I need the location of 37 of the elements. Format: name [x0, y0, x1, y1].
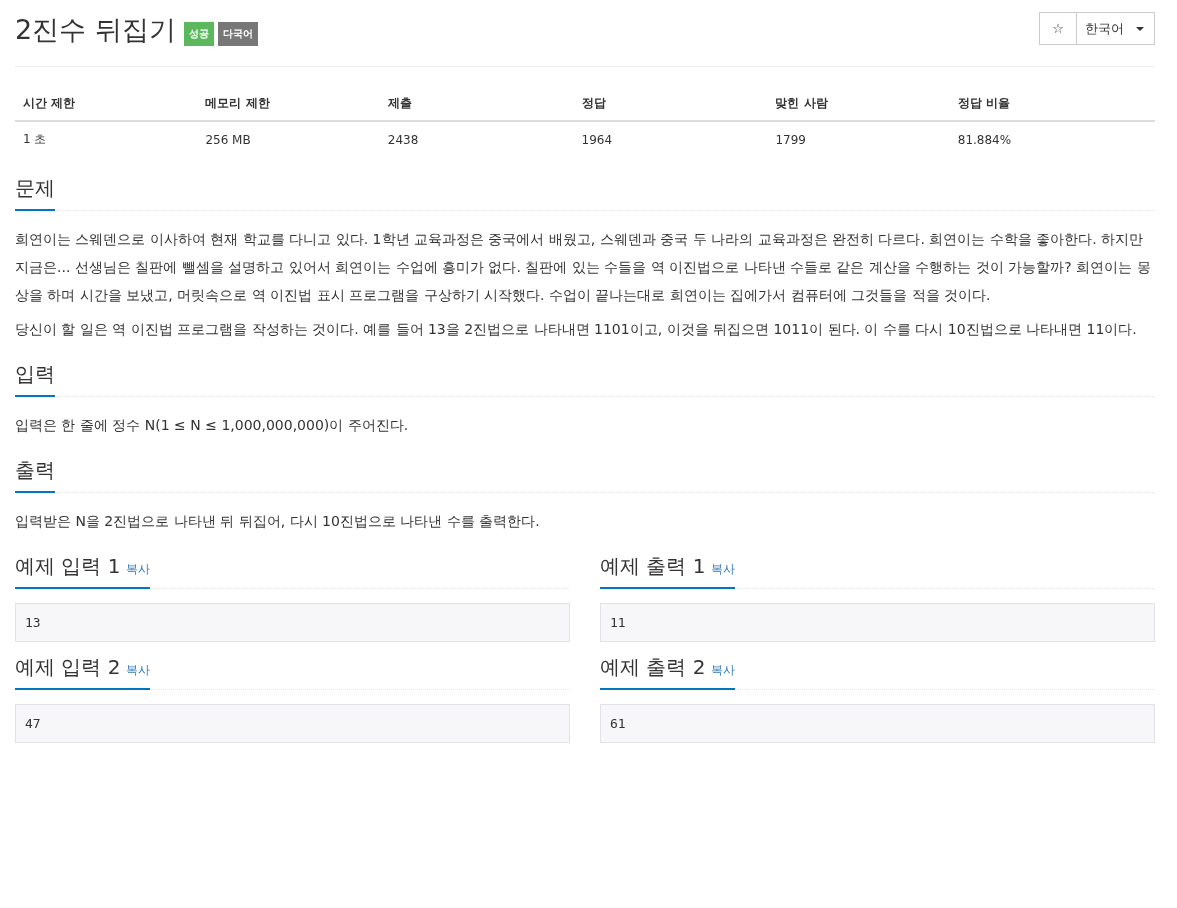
table-cell: 2438 [379, 121, 574, 157]
section-heading: 예제 출력 1 [600, 554, 706, 578]
caret-icon [1136, 26, 1144, 31]
language-dropdown[interactable]: 한국어 [1077, 12, 1155, 45]
column-header: 정답 [573, 85, 768, 121]
section-heading: 입력 [15, 361, 55, 397]
column-header: 시간 제한 [15, 85, 198, 121]
table-cell: 1 초 [15, 121, 198, 157]
sample-data: 47 [15, 704, 570, 743]
paragraph: 희연이는 스웨덴으로 이사하여 현재 학교를 다니고 있다. 1학년 교육과정은 중국에서 배웠고, 스웨덴과 중국 두 나라의 교육과정은 완전히 다르다. 희연이는 수학을 좋아한다. 하지만 지금은... 선생님은 칠판에 뺄셈을 설명하고 있어서 희연이는 수업에 흥미가 없다. 칠판에 있는 수들을 역 이진법으로 나타낸 수들로 같은 계산을 수행하는 것이 가능할까? 희연이는 몽상을 하며 시간을 보냈고, 머릿속으로 역 이진법 표시 프로그램을 구상하기 시작했다. 수업이 끝나는대로 희연이는 집에가서 컴퓨터에 그것들을 적을 것이다. [15, 230, 1152, 305]
column-header: 정답 비율 [949, 85, 1155, 121]
table-cell: 81.884% [949, 121, 1155, 157]
sample-data: 11 [600, 603, 1155, 642]
problem-title: 2진수 뒤집기 [15, 13, 176, 47]
section-heading: 예제 입력 1 [15, 554, 121, 578]
table-cell: 1964 [573, 121, 768, 157]
status-label: 다국어 [217, 22, 258, 46]
column-header: 제출 [379, 85, 574, 121]
paragraph: 입력은 한 줄에 정수 N(1 ≤ N ≤ 1,000,000,000)이 주어진다. [15, 416, 410, 435]
section-heading: 예제 출력 2 [600, 655, 706, 679]
copy-link[interactable]: 복사 [711, 562, 736, 576]
section-heading: 예제 입력 2 [15, 655, 121, 679]
paragraph: 입력받은 N을 2진법으로 나타낸 뒤 뒤집어, 다시 10진법으로 나타낸 수를 출력한다. [15, 512, 541, 531]
copy-link[interactable]: 복사 [126, 562, 151, 576]
favorite-button[interactable]: ☆ [1039, 12, 1077, 45]
table-cell: 1799 [767, 121, 950, 157]
column-header: 메모리 제한 [197, 85, 380, 121]
sample-data: 13 [15, 603, 570, 642]
copy-link[interactable]: 복사 [711, 663, 736, 677]
sample-data: 61 [600, 704, 1155, 743]
section-heading: 출력 [15, 457, 55, 493]
paragraph: 당신이 할 일은 역 이진법 프로그램을 작성하는 것이다. 예를 들어 13을 2진법으로 나타내면 1101이고, 이것을 뒤집으면 1011이 된다. 이 수를 다시 10진법으로 나타내면 11이다. [15, 320, 1138, 339]
section-heading: 문제 [15, 175, 55, 211]
column-header: 맞힌 사람 [767, 85, 950, 121]
status-label: 성공 [183, 22, 214, 46]
table-cell: 256 MB [197, 121, 380, 157]
copy-link[interactable]: 복사 [126, 663, 151, 677]
